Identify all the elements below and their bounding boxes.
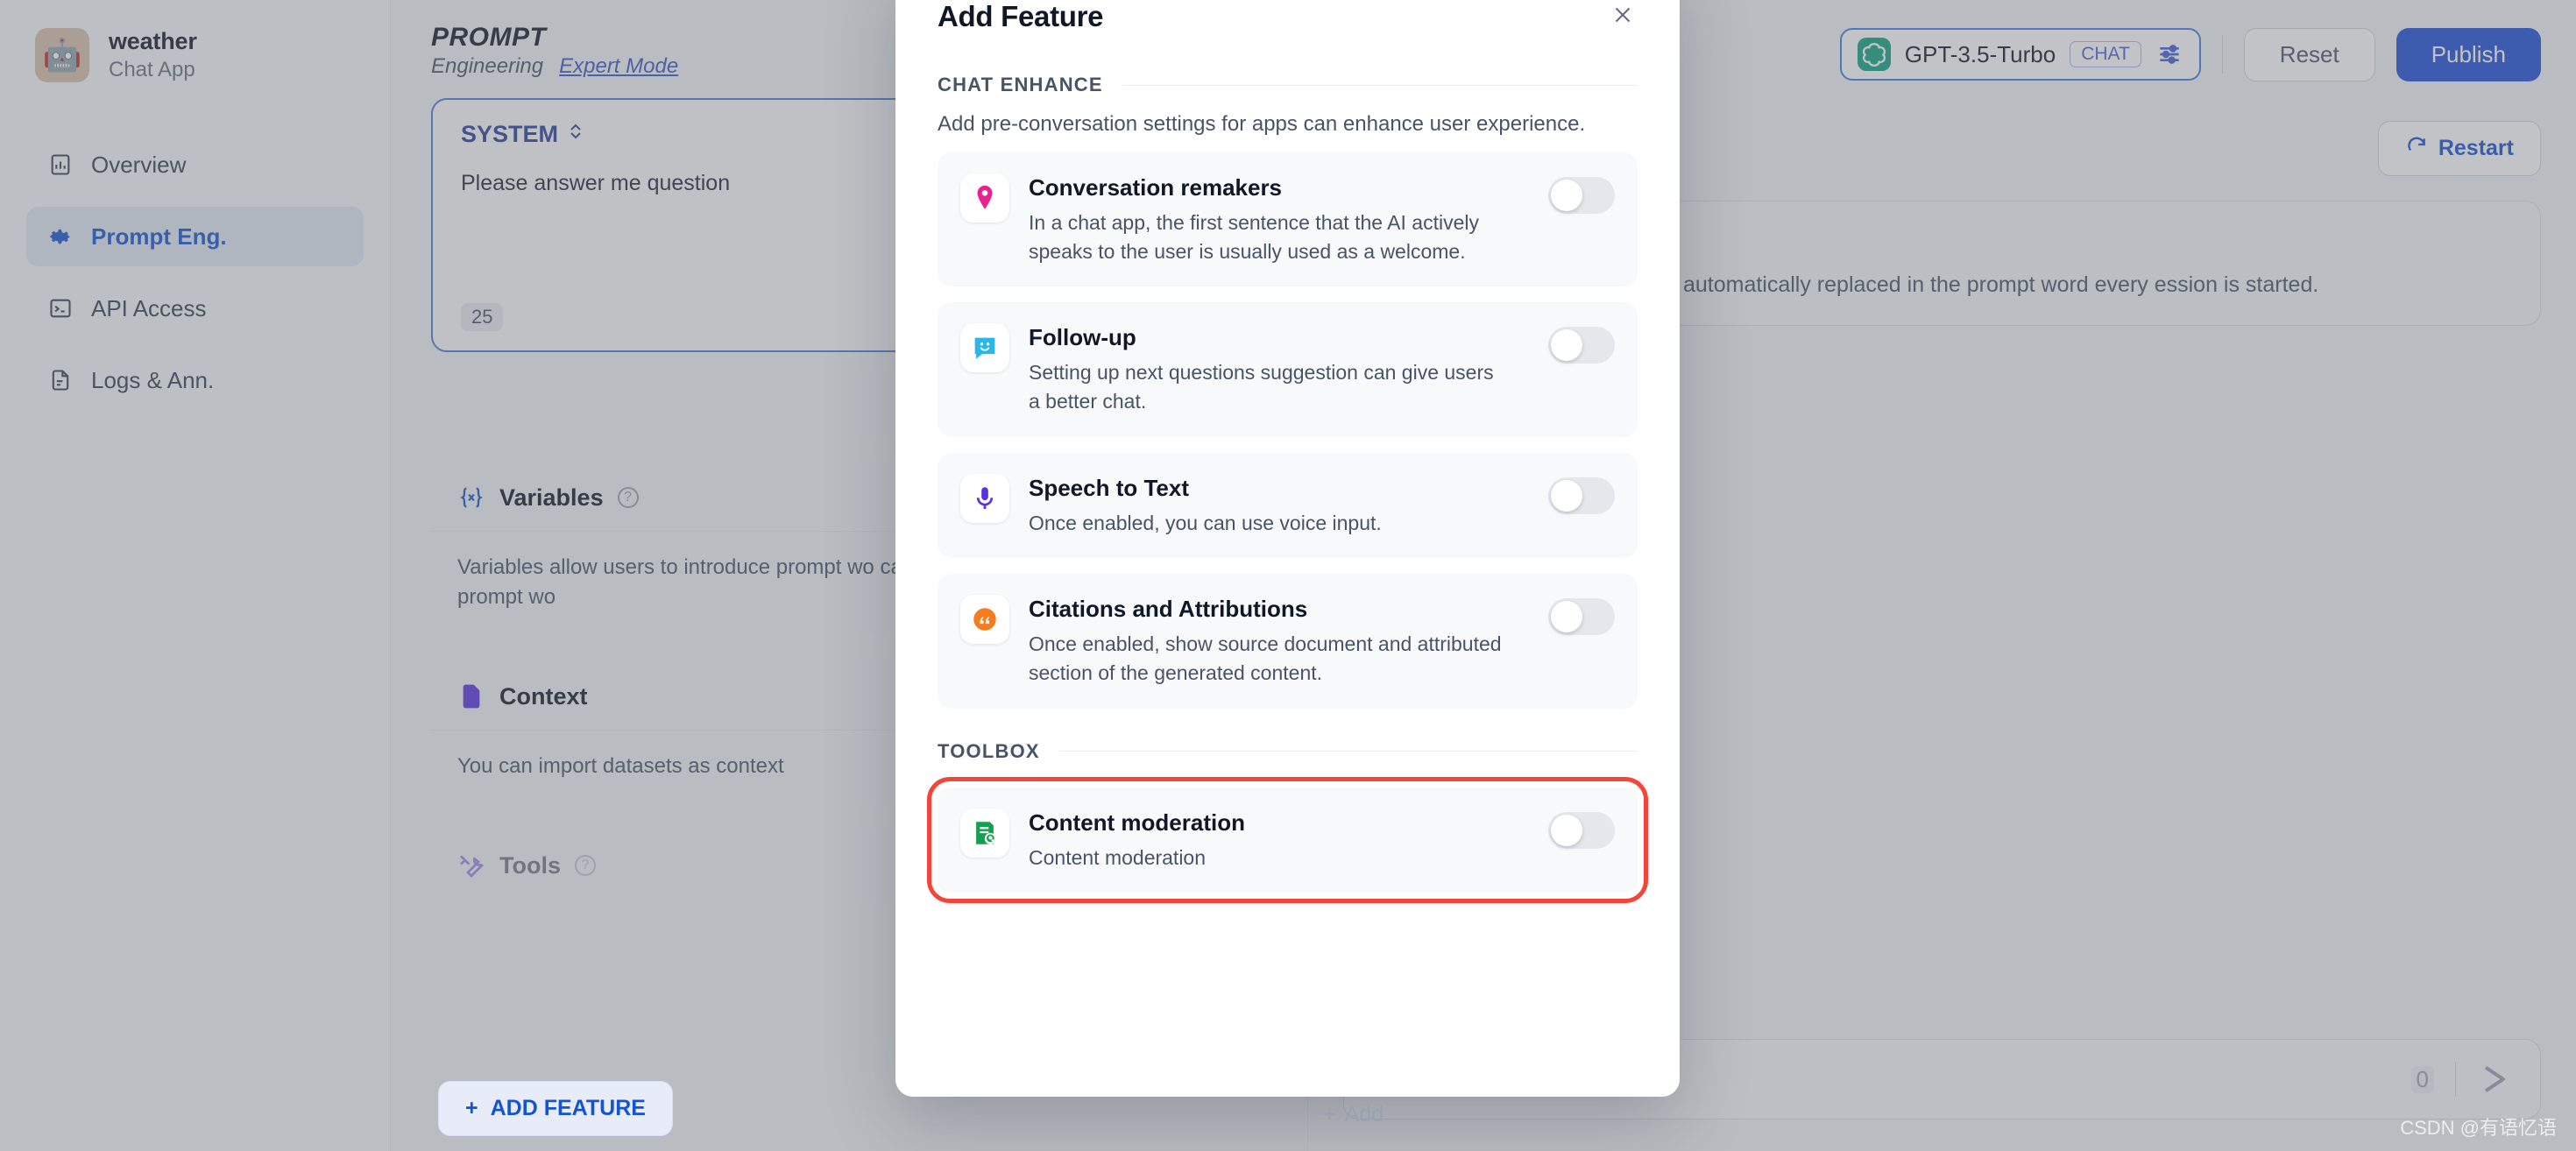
feature-toggle[interactable]: [1548, 327, 1615, 364]
toggle-knob: [1551, 814, 1582, 846]
feature-body: Citations and Attributions Once enabled,…: [1029, 595, 1529, 687]
feature-toggle[interactable]: [1548, 598, 1615, 636]
feature-card-citations-and-attributions[interactable]: Citations and Attributions Once enabled,…: [938, 574, 1638, 709]
close-icon[interactable]: [1608, 0, 1638, 30]
toggle-knob: [1551, 601, 1582, 633]
feature-body: Content moderation Content moderation: [1029, 809, 1529, 872]
moderation-document-icon: [960, 808, 1009, 858]
feature-card-speech-to-text[interactable]: Speech to Text Once enabled, you can use…: [938, 452, 1638, 559]
feature-description: Once enabled, show source document and a…: [1029, 632, 1502, 684]
feature-body: Follow-up Setting up next questions sugg…: [1029, 323, 1529, 415]
feature-toggle[interactable]: [1548, 811, 1615, 849]
section-description: Add pre-conversation settings for apps c…: [938, 112, 1586, 136]
app-root: 🤖 weather Chat App Overview Prompt Eng. …: [0, 0, 2576, 1151]
feature-card-content-moderation[interactable]: Content moderation Content moderation: [927, 776, 1648, 904]
section-title: TOOLBOX: [938, 739, 1040, 762]
feature-list-chat-enhance: Conversation remakers In a chat app, the…: [938, 152, 1638, 709]
feature-description: In a chat app, the first sentence that t…: [1029, 211, 1479, 263]
feature-description: Setting up next questions suggestion can…: [1029, 361, 1494, 413]
feature-description: Content moderation: [1029, 845, 1207, 869]
plus-icon: +: [465, 1096, 478, 1120]
divider: [1058, 751, 1638, 752]
add-tool-label: Add: [1344, 1102, 1384, 1126]
watermark: CSDN @有语忆语: [2400, 1117, 2557, 1139]
feature-name: Citations and Attributions: [1029, 596, 1308, 623]
chat-smile-icon: [960, 323, 1009, 373]
feature-card-conversation-remakers[interactable]: Conversation remakers In a chat app, the…: [938, 152, 1638, 287]
plus-icon: +: [1323, 1102, 1336, 1126]
feature-toggle[interactable]: [1548, 177, 1615, 214]
feature-name: Speech to Text: [1029, 474, 1190, 501]
feature-card-follow-up[interactable]: Follow-up Setting up next questions sugg…: [938, 302, 1638, 437]
add-feature-modal: Add Feature CHAT ENHANCE Add pre-convers…: [895, 0, 1680, 1097]
feature-name: Conversation remakers: [1029, 174, 1283, 201]
section-header-toolbox: TOOLBOX: [938, 740, 1638, 763]
add-feature-label: ADD FEATURE: [490, 1096, 646, 1120]
add-tool-button[interactable]: + Add: [1323, 1102, 1384, 1127]
modal-title: Add Feature: [938, 0, 1104, 32]
quote-icon: [960, 595, 1009, 645]
feature-name: Content moderation: [1029, 809, 1245, 836]
feature-description: Once enabled, you can use voice input.: [1029, 511, 1382, 534]
modal-header: Add Feature: [938, 0, 1638, 33]
section-title: CHAT ENHANCE: [938, 74, 1103, 95]
divider: [1122, 84, 1638, 86]
feature-body: Speech to Text Once enabled, you can use…: [1029, 474, 1529, 538]
microphone-icon: [960, 473, 1009, 523]
conversation-pin-icon: [960, 173, 1009, 222]
feature-body: Conversation remakers In a chat app, the…: [1029, 173, 1529, 265]
feature-name: Follow-up: [1029, 324, 1136, 351]
feature-list-toolbox: Content moderation Content moderation: [927, 776, 1648, 904]
add-feature-button[interactable]: + ADD FEATURE: [438, 1081, 673, 1136]
section-header-chat-enhance: CHAT ENHANCE: [938, 74, 1638, 96]
toggle-knob: [1551, 479, 1582, 512]
toggle-knob: [1551, 180, 1582, 211]
feature-toggle[interactable]: [1548, 477, 1615, 514]
toggle-knob: [1551, 329, 1582, 362]
